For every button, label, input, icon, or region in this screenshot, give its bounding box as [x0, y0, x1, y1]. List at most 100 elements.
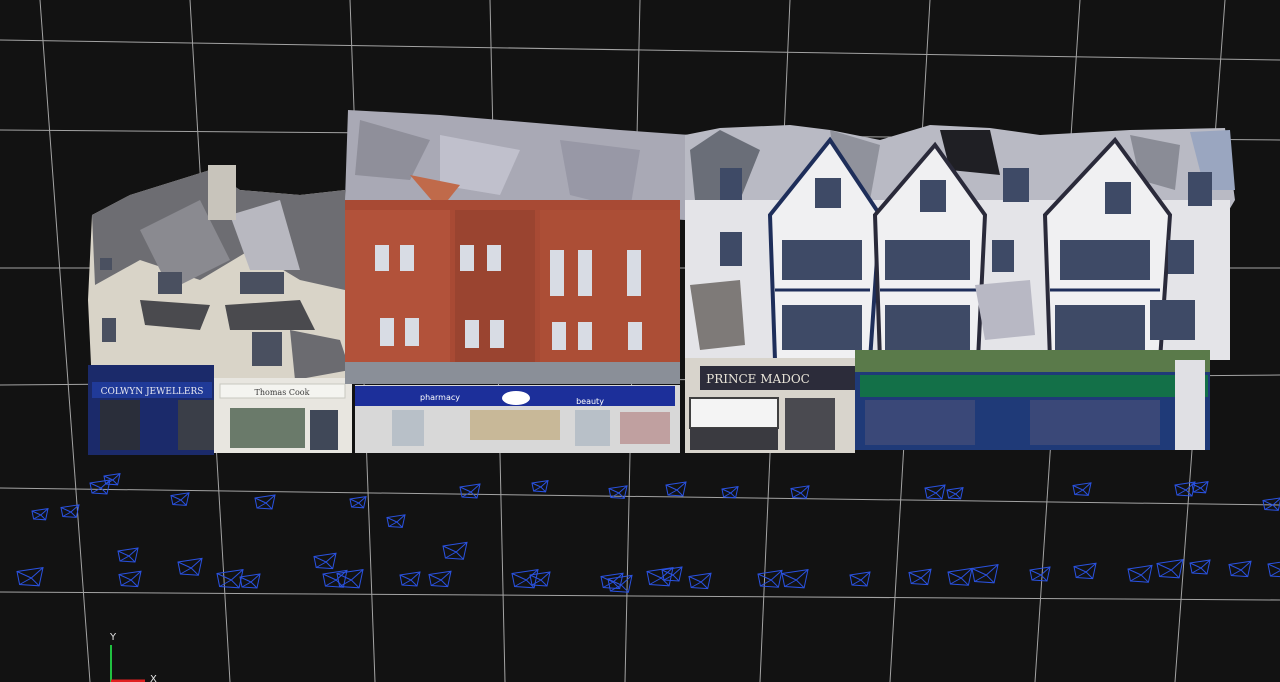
- camera-frustum-edge: [1264, 504, 1274, 510]
- camera-frustum-edge: [1130, 574, 1142, 582]
- camera-frustum-edge: [926, 492, 937, 499]
- camera-frustum-edge: [1082, 489, 1089, 496]
- camera-frustum-edge: [676, 489, 684, 497]
- camera-frustum-edge: [1174, 484, 1187, 491]
- camera-frustum-edge: [646, 571, 662, 579]
- camera-frustum-edge: [690, 581, 702, 588]
- camera-frustum-edge: [430, 579, 442, 586]
- camera-frustum-edge: [241, 581, 252, 588]
- chimney: [208, 165, 236, 220]
- camera-frustum-edge: [525, 579, 535, 589]
- camera-frustums[interactable]: [16, 472, 1280, 593]
- camera-frustum[interactable]: [177, 557, 203, 576]
- camera-frustum-edge: [455, 551, 464, 560]
- camera-frustum[interactable]: [757, 569, 783, 588]
- camera-frustum-edge: [1074, 489, 1084, 495]
- camera-frustum-edge: [445, 551, 457, 559]
- camera-frustum-edge: [256, 502, 267, 509]
- shop-window: [690, 428, 778, 450]
- sign-board: [860, 375, 1208, 397]
- camera-frustum-edge: [1031, 574, 1042, 581]
- cornice: [345, 362, 680, 384]
- camera-frustum-edge: [770, 579, 779, 588]
- camera-frustum-edge: [325, 579, 337, 587]
- camera-frustum[interactable]: [1156, 558, 1184, 579]
- camera-frustum-edge: [946, 489, 957, 495]
- camera-frustum-edge: [924, 487, 937, 494]
- camera-frustum-edge: [935, 492, 943, 500]
- camera-frustum-edge: [760, 579, 772, 587]
- camera-frustum-edge: [254, 497, 267, 504]
- shop-window: [230, 408, 305, 448]
- sign-prince-madoc: PRINCE MADOC: [706, 372, 810, 386]
- camera-frustum[interactable]: [947, 567, 973, 586]
- camera-frustum-edge: [350, 579, 360, 589]
- camera-frustum-edge: [103, 475, 114, 481]
- camera-frustum[interactable]: [971, 563, 999, 584]
- camera-frustum-edge: [618, 492, 625, 499]
- camera-frustum-edge: [649, 577, 662, 585]
- roof-facet: [975, 280, 1035, 340]
- camera-frustum-edge: [948, 493, 957, 499]
- camera-frustum-edge: [910, 577, 922, 584]
- roof-facet: [225, 300, 315, 330]
- camera-frustum-edge: [62, 511, 72, 517]
- camera-frustum-edge: [322, 573, 337, 581]
- sign-thomas-cook: Thomas Cook: [255, 388, 310, 397]
- camera-frustum-edge: [688, 576, 702, 583]
- 3d-viewport[interactable]: COLWYN JEWELLERS Thomas Cook pharmacy be…: [0, 0, 1280, 682]
- camera-frustum[interactable]: [1127, 564, 1153, 583]
- camera-frustum-edge: [16, 571, 32, 579]
- camera-frustum-edge: [442, 545, 457, 553]
- camera-frustum-edge: [177, 561, 192, 569]
- camera-frustum-edge: [795, 579, 805, 589]
- camera-frustum-edge: [1228, 564, 1242, 571]
- camera-frustum-edge: [128, 555, 136, 563]
- camera-frustum-edge: [351, 502, 360, 508]
- sign-beauty: beauty: [576, 397, 604, 406]
- camera-frustum-edge: [396, 521, 403, 528]
- camera-frustum-edge: [33, 514, 42, 520]
- camera-frustum-edge: [399, 574, 412, 581]
- camera-frustum-edge: [721, 488, 732, 494]
- camera-frustum-edge: [790, 488, 802, 494]
- camera-frustum-edge: [1200, 567, 1208, 575]
- shop-window: [689, 397, 779, 429]
- sign-colwyn-jewellers: COLWYN JEWELLERS: [101, 387, 204, 397]
- camera-frustum-edge: [1176, 489, 1187, 496]
- camera-frustum-edge: [440, 579, 449, 587]
- camera-frustum-edge: [600, 576, 614, 583]
- camera-frustum-edge: [1191, 483, 1202, 489]
- shop-window: [100, 400, 140, 450]
- camera-frustum-edge: [971, 568, 987, 576]
- side-wall: [1175, 360, 1205, 450]
- camera-frustum-edge: [667, 489, 678, 496]
- camera-frustum[interactable]: [442, 541, 468, 560]
- camera-frustum[interactable]: [607, 574, 633, 593]
- camera-frustum[interactable]: [216, 568, 244, 589]
- camera-frustum-edge: [1272, 504, 1279, 511]
- camera-frustum-edge: [190, 567, 199, 576]
- camera-frustum-edge: [723, 492, 732, 498]
- camera-frustum[interactable]: [781, 568, 809, 589]
- camera-frustum-edge: [219, 579, 232, 587]
- camera-frustum-edge: [947, 571, 962, 579]
- camera-frustum-edge: [985, 574, 995, 584]
- camera-frustum-edge: [60, 507, 72, 513]
- camera-frustum-edge: [1193, 487, 1202, 493]
- camera-frustum-edge: [459, 486, 472, 493]
- x-axis-label: X: [150, 674, 157, 682]
- camera-frustum-edge: [1140, 574, 1149, 583]
- camera-frustum-edge: [1072, 485, 1084, 491]
- camera-frustum-edge: [119, 555, 130, 562]
- camera-frustum-edge: [170, 495, 182, 501]
- camera-frustum[interactable]: [16, 566, 44, 587]
- camera-frustum-edge: [120, 579, 132, 586]
- camera-frustum-edge: [239, 576, 252, 583]
- camera-frustum-edge: [1073, 566, 1087, 573]
- scene-canvas[interactable]: COLWYN JEWELLERS Thomas Cook pharmacy be…: [0, 0, 1280, 682]
- shop-door: [310, 410, 338, 450]
- camera-frustum-edge: [388, 521, 398, 527]
- building-model[interactable]: COLWYN JEWELLERS Thomas Cook pharmacy be…: [88, 110, 1235, 455]
- camera-frustum-edge: [1230, 569, 1242, 576]
